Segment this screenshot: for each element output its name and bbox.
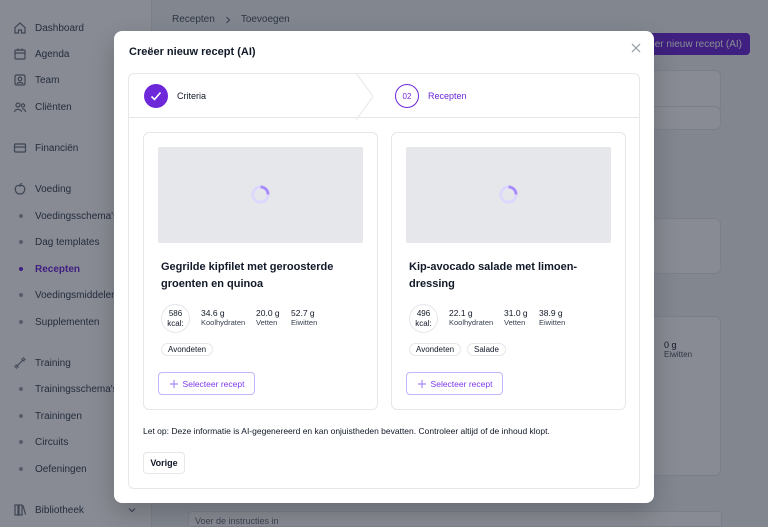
select-recipe-button[interactable]: Selecteer recept — [158, 372, 255, 395]
step-label[interactable]: Criteria — [177, 91, 206, 101]
select-recipe-button[interactable]: Selecteer recept — [406, 372, 503, 395]
recipe-title: Kip-avocado salade met limoen-dressing — [409, 261, 578, 290]
macro-protein: 52.7 g Eiwitten — [291, 308, 318, 327]
recipe-title: Gegrilde kipfilet met geroosterde groent… — [161, 261, 334, 290]
macro-fats: 20.0 g Vetten — [256, 308, 280, 327]
check-icon — [150, 91, 162, 101]
recipe-image-placeholder — [406, 147, 611, 243]
recipe-tag: Avondeten — [161, 343, 214, 356]
close-icon[interactable] — [630, 42, 642, 54]
plus-icon — [417, 379, 426, 388]
stepper: Criteria 02 Recepten — [128, 73, 640, 120]
step-label: Recepten — [428, 91, 467, 101]
plus-icon — [169, 379, 178, 388]
recipe-image-placeholder — [158, 147, 363, 243]
step-separator-icon — [355, 73, 374, 120]
macro-carbs: 34.6 g Koolhydraten — [201, 308, 246, 327]
kcal-badge: 586 kcal: — [161, 304, 190, 333]
modal-body: Gegrilde kipfilet met geroosterde groent… — [128, 118, 640, 489]
modal-title: Creëer nieuw recept (AI) — [129, 46, 256, 58]
recipe-tag: Salade — [467, 343, 506, 356]
kcal-badge: 496 kcal: — [409, 304, 438, 333]
create-recipe-modal: Creëer nieuw recept (AI) Criteria 02 Rec… — [114, 31, 654, 503]
recipe-card: Gegrilde kipfilet met geroosterde groent… — [143, 132, 378, 410]
macro-carbs: 22.1 g Koolhydraten — [449, 308, 494, 327]
back-button[interactable]: Vorige — [143, 452, 185, 474]
step-complete-indicator[interactable] — [144, 84, 168, 108]
ai-disclaimer: Let op: Deze informatie is AI-gegenereer… — [143, 426, 550, 436]
macro-protein: 38.9 g Eiwitten — [539, 308, 566, 327]
recipe-tag: Avondeten — [409, 343, 462, 356]
step-number: 02 — [395, 84, 419, 108]
loading-spinner-icon — [251, 185, 270, 204]
loading-spinner-icon — [499, 185, 518, 204]
recipe-card: Kip-avocado salade met limoen-dressing 4… — [391, 132, 626, 410]
macro-fats: 31.0 g Vetten — [504, 308, 528, 327]
